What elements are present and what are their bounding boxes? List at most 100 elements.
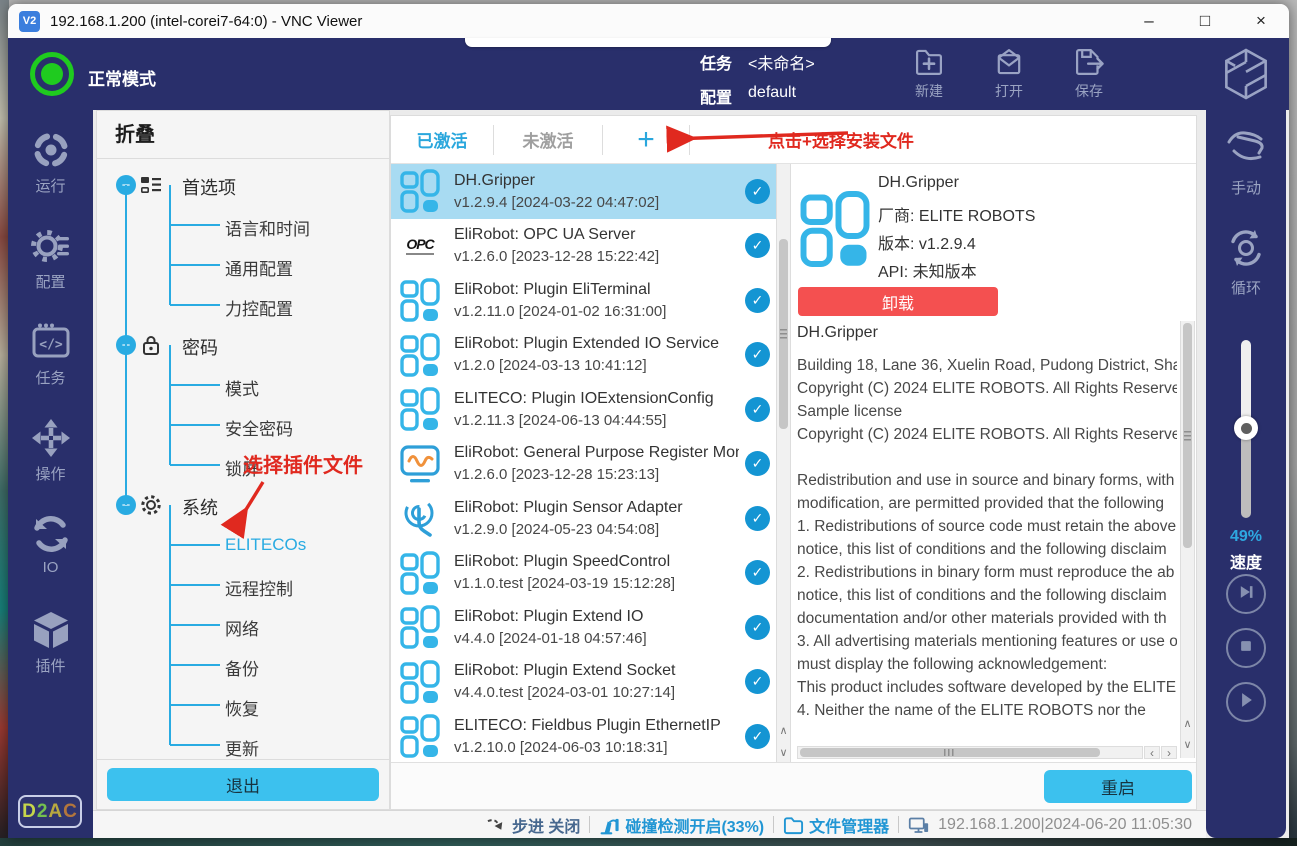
status-bar: 步进 关闭 碰撞检测开启(33%) 文件管理器 192.168.1.200|20…: [93, 810, 1206, 838]
speed-slider-thumb[interactable]: [1234, 416, 1258, 440]
window-titlebar[interactable]: V2 192.168.1.200 (intel-corei7-64:0) - V…: [8, 4, 1289, 38]
tab-deactivated[interactable]: 未激活: [494, 127, 602, 152]
uninstall-button[interactable]: 卸载: [798, 287, 998, 316]
tree-item-network[interactable]: 网络: [97, 605, 389, 645]
plugin-list-item[interactable]: ELITECO: Plugin IOExtensionConfigv1.2.11…: [391, 382, 776, 437]
manual-mode-button[interactable]: 手动: [1206, 128, 1286, 198]
tree-item-label: 安全密码: [225, 415, 293, 440]
save-task-icon: [1072, 45, 1106, 79]
stop-button[interactable]: [1226, 628, 1266, 668]
d2ac-badge[interactable]: D2AC: [18, 795, 82, 828]
tree-item-safety-password[interactable]: 安全密码: [97, 405, 389, 445]
tree-item-label: 语言和时间: [225, 215, 310, 240]
restart-button[interactable]: 重启: [1044, 770, 1192, 803]
plugin-version: v1.2.10.0 [2024-06-03 10:18:31]: [454, 739, 739, 756]
sidebar-item-run[interactable]: 运行: [8, 130, 93, 226]
speed-percent: 49%: [1206, 528, 1286, 546]
plugin-list-item[interactable]: EliRobot: Plugin SpeedControlv1.1.0.test…: [391, 546, 776, 601]
tree-item-force-config[interactable]: 力控配置: [97, 285, 389, 325]
license-line: [797, 446, 1177, 469]
play-button[interactable]: [1226, 682, 1266, 722]
tree-item-elitecos[interactable]: ELITECOs: [97, 525, 389, 565]
grid-plugin-icon: [400, 605, 440, 649]
tree-item-backup[interactable]: 备份: [97, 645, 389, 685]
license-line: Redistribution and use in source and bin…: [797, 469, 1177, 492]
minimize-button[interactable]: –: [1121, 4, 1177, 38]
tab-activated[interactable]: 已激活: [391, 127, 493, 152]
opc-logo-icon: OPC: [400, 224, 440, 268]
tree-item-mode[interactable]: 模式: [97, 365, 389, 405]
grid-plugin-icon: [400, 387, 440, 431]
detail-scrollbar[interactable]: ∧ ∨: [1180, 321, 1195, 758]
collision-status[interactable]: 碰撞检测开启(33%): [599, 813, 764, 837]
activated-check-icon: ✓: [745, 451, 770, 476]
step-status[interactable]: 步进 关闭: [486, 813, 580, 837]
plugin-list-item[interactable]: EliRobot: Plugin Extended IO Servicev1.2…: [391, 328, 776, 383]
activated-check-icon: ✓: [745, 615, 770, 640]
plugin-list-item[interactable]: EliRobot: General Purpose Register Monit…: [391, 437, 776, 492]
tree-panel-footer: 退出: [97, 759, 389, 809]
plugin-version: v1.2.9.0 [2024-05-23 04:54:08]: [454, 521, 739, 538]
tree-panel-title[interactable]: 折叠: [97, 111, 389, 159]
plugin-list-scrollbar[interactable]: ∧ ∨: [776, 164, 791, 764]
detail-hscrollbar[interactable]: [797, 746, 1143, 759]
step-forward-button[interactable]: [1226, 574, 1266, 614]
header-action-new[interactable]: 新建: [906, 45, 952, 101]
file-manager-button[interactable]: 文件管理器: [783, 813, 889, 837]
app-header: 正常模式 任务 <未命名> 配置 default 新建打开保存: [8, 38, 1289, 110]
scroll-down-button[interactable]: ∨: [1181, 734, 1194, 754]
sidebar-item-operate[interactable]: 操作: [8, 418, 93, 514]
scrollbar-thumb[interactable]: [779, 239, 788, 429]
sidebar-item-config[interactable]: 配置: [8, 226, 93, 322]
run-icon: [31, 130, 71, 170]
grid-plugin-icon: [400, 714, 440, 758]
scroll-down-button[interactable]: ∨: [777, 742, 790, 762]
plugin-list-item[interactable]: EliRobot: Plugin Extend Socketv4.4.0.tes…: [391, 655, 776, 710]
status-divider: [898, 816, 899, 833]
scroll-left-button[interactable]: ‹: [1144, 746, 1160, 759]
tree-item-remote-control[interactable]: 远程控制: [97, 565, 389, 605]
tree-item-restore[interactable]: 恢复: [97, 685, 389, 725]
scroll-right-button[interactable]: ›: [1161, 746, 1177, 759]
tree-item-general-config[interactable]: 通用配置: [97, 245, 389, 285]
tree-item-update[interactable]: 更新: [97, 725, 389, 759]
plugin-manager-card: 已激活 未激活 + DH.Gripperv1.2.9.4 [2024-03-22…: [390, 115, 1197, 810]
sidebar-item-plugin[interactable]: 插件: [8, 610, 93, 706]
tree-item-label: ELITECOs: [225, 535, 306, 555]
tree-group-system[interactable]: −系统: [97, 485, 389, 525]
sidebar-item-label: 插件: [35, 655, 65, 676]
plugin-list-item[interactable]: OPCEliRobot: OPC UA Serverv1.2.6.0 [2023…: [391, 219, 776, 274]
plugin-list-item[interactable]: EliRobot: Plugin Extend IOv4.4.0 [2024-0…: [391, 600, 776, 655]
settings-tree: −首选项语言和时间通用配置力控配置−密码模式安全密码锁屏−系统 ELITECOs 远…: [97, 159, 389, 759]
plugin-list-item[interactable]: EliRobot: Plugin EliTerminalv1.2.11.0 [2…: [391, 273, 776, 328]
plugin-name: EliRobot: Plugin Sensor Adapter: [454, 499, 739, 517]
plugin-list-item[interactable]: DH.Gripperv1.2.9.4 [2024-03-22 04:47:02]…: [391, 164, 776, 219]
tree-item-lock-screen[interactable]: 锁屏: [97, 445, 389, 485]
scroll-up-button[interactable]: ∧: [1181, 713, 1194, 733]
exit-button[interactable]: 退出: [107, 768, 379, 801]
tree-group-label: 密码: [182, 334, 218, 360]
maximize-button[interactable]: □: [1177, 4, 1233, 38]
tree-group-preferences[interactable]: −首选项: [97, 165, 389, 205]
scrollbar-thumb[interactable]: [1183, 323, 1192, 548]
header-action-open[interactable]: 打开: [986, 45, 1032, 101]
sidebar-item-task[interactable]: </>任务: [8, 322, 93, 418]
close-button[interactable]: ×: [1233, 4, 1289, 38]
config-row: 配置 default: [700, 84, 796, 108]
scroll-up-button[interactable]: ∧: [777, 720, 790, 740]
sidebar-item-io[interactable]: IO: [8, 514, 93, 610]
plugin-detail-icon: [800, 190, 870, 268]
cycle-mode-button[interactable]: 循环: [1206, 228, 1286, 298]
plugin-list-item[interactable]: ELITECO: Fieldbus Plugin EthernetIPv1.2.…: [391, 709, 776, 764]
tree-item-language-time[interactable]: 语言和时间: [97, 205, 389, 245]
add-plugin-button[interactable]: +: [603, 119, 689, 161]
vnc-toolbar-notch[interactable]: [465, 38, 831, 47]
scrollbar-thumb[interactable]: [800, 748, 1100, 757]
header-action-save[interactable]: 保存: [1066, 45, 1112, 101]
license-line: 2. Redistributions in binary form must r…: [797, 561, 1177, 584]
desktop-background: V2 192.168.1.200 (intel-corei7-64:0) - V…: [0, 0, 1297, 846]
plugin-list-item[interactable]: EliRobot: Plugin Sensor Adapter v1.2.9.0 …: [391, 491, 776, 546]
speed-label: 速度: [1206, 549, 1286, 573]
tree-group-password[interactable]: −密码: [97, 325, 389, 365]
activated-check-icon: ✓: [745, 342, 770, 367]
